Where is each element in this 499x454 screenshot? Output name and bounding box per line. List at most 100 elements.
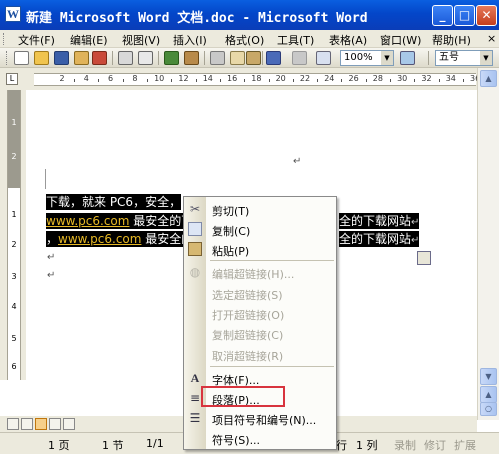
menu-table[interactable]: 表格(A)	[329, 32, 367, 48]
ctx-remove-hyperlink: 取消超链接(R)	[184, 344, 336, 364]
select-browse-object-button[interactable]: ○	[480, 402, 497, 416]
toolbar-grip[interactable]	[6, 51, 9, 65]
ctx-remove-hyperlink-label: 取消超链接(R)	[212, 350, 284, 363]
status-page: 1 页	[48, 439, 70, 452]
ruler-number: 14	[202, 74, 213, 83]
menu-format[interactable]: 格式(O)	[225, 32, 264, 48]
new-icon[interactable]	[14, 51, 29, 65]
ruler-number: 24	[324, 74, 335, 83]
menu-help[interactable]: 帮助(H)	[432, 32, 471, 48]
document-close-icon[interactable]: ×	[487, 32, 496, 45]
close-button[interactable]: ✕	[476, 5, 497, 26]
web-layout-view-button[interactable]	[21, 418, 33, 430]
ctx-symbol-label: 符号(S)...	[212, 434, 261, 447]
undo-icon[interactable]	[266, 51, 281, 65]
status-ext[interactable]: 扩展	[454, 437, 476, 453]
scroll-down-button[interactable]: ▼	[480, 368, 497, 385]
selected-text-line[interactable]: ，www.pc6.com 最安全的	[46, 231, 194, 247]
ruler-number: 2	[59, 74, 65, 83]
menu-file[interactable]: 文件(F)	[18, 32, 55, 48]
crop-mark	[45, 169, 46, 189]
ruler-number: 16	[227, 74, 238, 83]
permission-icon[interactable]	[74, 51, 89, 65]
word-app-icon[interactable]: W	[5, 6, 21, 22]
menu-separator	[210, 366, 334, 367]
ctx-copy[interactable]: 复制(C)	[184, 219, 336, 239]
ruler-tick	[244, 79, 246, 82]
selected-text-line[interactable]: 全的下载网站↵	[339, 231, 420, 247]
ruler-tick	[98, 79, 100, 82]
paste-options-icon[interactable]	[417, 251, 431, 265]
horizontal-ruler-area: L 2468101214161820222426283032343638	[0, 68, 499, 90]
open-icon[interactable]	[34, 51, 49, 65]
chevron-down-icon[interactable]: ▼	[381, 51, 393, 65]
ctx-bullets-numbering[interactable]: ☰ 项目符号和编号(N)...	[184, 408, 336, 428]
hyperlink-icon[interactable]	[292, 51, 307, 65]
menu-view[interactable]: 视图(V)	[122, 32, 160, 48]
ctx-cut[interactable]: ✂ 剪切(T)	[184, 199, 336, 219]
normal-view-button[interactable]	[7, 418, 19, 430]
vertical-ruler-number: 2	[11, 240, 17, 249]
menu-grip[interactable]	[3, 33, 6, 45]
status-column: 1 列	[356, 439, 378, 452]
outline-view-button[interactable]	[49, 418, 61, 430]
zoom-select[interactable]: 100% ▼	[340, 50, 394, 66]
ctx-font[interactable]: A 字体(F)...	[184, 368, 336, 388]
selected-text-line[interactable]: www.pc6.com 最安全的下	[46, 213, 194, 229]
horizontal-ruler[interactable]: 2468101214161820222426283032343638	[34, 73, 499, 86]
table-icon[interactable]	[316, 51, 331, 65]
research-icon[interactable]	[184, 51, 199, 65]
vertical-ruler[interactable]: 1 2 1 2 3 4 5 6	[7, 90, 21, 380]
chevron-down-icon[interactable]: ▼	[480, 51, 492, 65]
menu-window[interactable]: 窗口(W)	[380, 32, 421, 48]
toolbar-separator	[262, 51, 263, 65]
font-size-select[interactable]: 五号 ▼	[435, 50, 493, 66]
menu-insert[interactable]: 插入(I)	[173, 32, 207, 48]
vertical-ruler-area: 1 2 1 2 3 4 5 6	[0, 90, 26, 380]
status-section: 1 节	[102, 439, 124, 452]
vertical-ruler-number: 1	[11, 210, 17, 219]
print-preview-icon[interactable]	[138, 51, 153, 65]
paragraph-mark: ↵	[293, 156, 302, 167]
save-icon[interactable]	[54, 51, 69, 65]
ruler-number: 4	[83, 74, 89, 83]
paragraph-mark: ↵	[47, 270, 56, 281]
scroll-up-button[interactable]: ▲	[480, 70, 497, 87]
copy-icon[interactable]	[230, 51, 245, 65]
print-icon[interactable]	[118, 51, 133, 65]
status-rec[interactable]: 录制	[394, 437, 416, 453]
paragraph-mark: ↵	[411, 217, 420, 228]
spelling-icon[interactable]	[164, 51, 179, 65]
previous-page-button[interactable]: ▲	[480, 386, 497, 403]
hyperlink-text[interactable]: www.pc6.com	[46, 214, 129, 228]
minimize-button[interactable]: _	[432, 5, 453, 26]
toolbar-separator	[112, 51, 113, 65]
maximize-button[interactable]: □	[454, 5, 475, 26]
ctx-symbol[interactable]: 符号(S)...	[184, 428, 336, 448]
ctx-copy-hyperlink-label: 复制超链接(C)	[212, 329, 284, 342]
line1-text: 下载，就来 PC6，安全，	[46, 195, 182, 209]
highlight-annotation	[201, 386, 285, 407]
paste-icon[interactable]	[246, 51, 261, 65]
reading-layout-view-button[interactable]	[63, 418, 75, 430]
selected-text-line[interactable]: 下载，就来 PC6，安全，	[46, 194, 182, 210]
line3-prefix: ，	[46, 232, 59, 246]
tab-selector[interactable]: L	[6, 73, 18, 85]
ruler-tick	[268, 79, 270, 82]
vertical-scrollbar[interactable]: ▲ ▼ ▲ ○	[477, 68, 499, 420]
status-trk[interactable]: 修订	[424, 437, 446, 453]
ruler-tick	[390, 79, 392, 82]
toolbar-separator	[428, 51, 429, 65]
email-icon[interactable]	[92, 51, 107, 65]
ctx-open-hyperlink: 打开超链接(O)	[184, 303, 336, 323]
ctx-paste[interactable]: 粘贴(P)	[184, 239, 336, 259]
cut-icon[interactable]	[210, 51, 225, 65]
menu-tools[interactable]: 工具(T)	[277, 32, 314, 48]
menu-edit[interactable]: 编辑(E)	[70, 32, 108, 48]
print-layout-view-button[interactable]	[35, 418, 47, 430]
hyperlink-text[interactable]: www.pc6.com	[58, 232, 141, 246]
menu-separator	[210, 260, 334, 261]
status-line: 行	[336, 439, 347, 452]
help-icon[interactable]	[400, 51, 415, 65]
selected-text-line[interactable]: 全的下载网站↵	[339, 213, 420, 229]
